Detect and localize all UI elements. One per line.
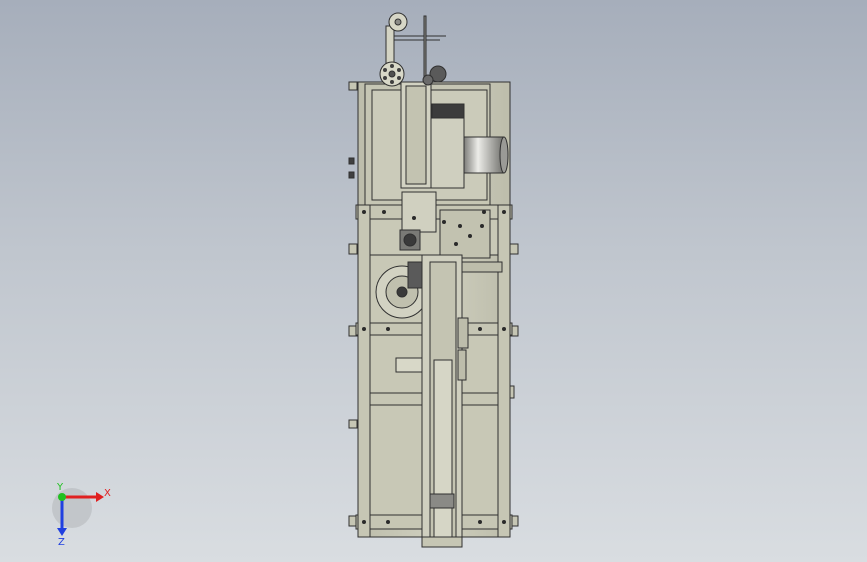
y-axis-label: Y [56, 482, 64, 493]
y-axis-dot [58, 493, 66, 501]
z-axis-arrowhead [57, 528, 67, 536]
cad-viewport[interactable]: X Y Z [0, 0, 867, 562]
x-axis-arrowhead [96, 492, 104, 502]
x-axis-label: X [104, 488, 111, 499]
triad-shadow [52, 488, 92, 528]
coordinate-triad: X Y Z [52, 482, 111, 548]
z-axis-label: Z [58, 537, 65, 548]
